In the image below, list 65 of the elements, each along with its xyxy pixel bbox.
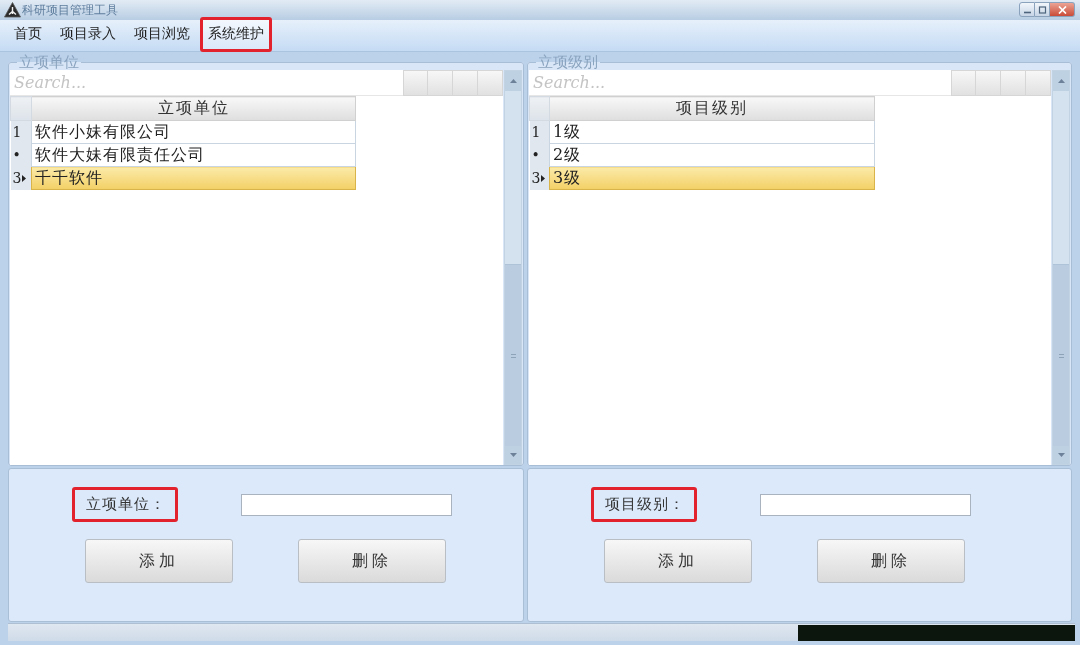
scrollbar-track[interactable] — [1052, 70, 1070, 465]
scroll-down-button[interactable] — [505, 446, 521, 464]
group-title: 立项级别 — [537, 54, 599, 70]
row-header[interactable]: 1 — [529, 120, 550, 144]
menu-tab[interactable]: 首页 — [6, 16, 50, 52]
window-title: 科研项目管理工具 — [22, 1, 118, 19]
field-label: 立项单位： — [72, 487, 178, 522]
table-cell[interactable]: 软件大妹有限责任公司 — [31, 143, 356, 167]
column-header[interactable]: 项目级别 — [549, 96, 875, 121]
row-header[interactable]: 3 — [529, 166, 550, 190]
table-cell[interactable]: 2级 — [549, 143, 875, 167]
menu-tab[interactable]: 系统维护 — [200, 16, 272, 52]
menu-tab[interactable]: 项目浏览 — [126, 16, 198, 52]
close-button[interactable] — [1050, 2, 1075, 17]
row-header[interactable]: 1 — [10, 120, 32, 144]
scroll-up-button[interactable] — [505, 71, 521, 91]
grid-corner — [10, 96, 32, 121]
up-arrow-icon — [1057, 79, 1065, 83]
minimize-button[interactable] — [1019, 2, 1035, 17]
group-title: 立项单位 — [18, 54, 80, 70]
table-cell[interactable]: 千千软件 — [31, 166, 356, 190]
row-number: • — [12, 147, 21, 163]
toolbar-button[interactable] — [1001, 70, 1026, 96]
toolbar-button[interactable] — [453, 70, 478, 96]
close-icon — [1057, 5, 1067, 14]
row-number: 1 — [12, 124, 22, 141]
row-header[interactable]: • — [529, 143, 550, 167]
scroll-thumb[interactable] — [505, 264, 521, 446]
input-field[interactable] — [241, 493, 452, 516]
grip-icon — [510, 353, 516, 358]
scroll-up-button[interactable] — [1053, 71, 1069, 91]
toolbar-button[interactable] — [951, 70, 976, 96]
menu-tab[interactable]: 项目录入 — [52, 16, 124, 52]
up-arrow-icon — [509, 79, 517, 83]
table-cell[interactable]: 软件小妹有限公司 — [31, 120, 356, 144]
down-arrow-icon — [509, 453, 517, 457]
input-field[interactable] — [760, 493, 971, 516]
row-number: 3 — [531, 170, 541, 186]
add-button[interactable]: 添加 — [85, 539, 233, 583]
down-arrow-icon — [1057, 453, 1065, 457]
scroll-thumb[interactable] — [1053, 264, 1069, 446]
add-button[interactable]: 添加 — [604, 539, 752, 583]
row-header[interactable]: • — [10, 143, 32, 167]
grid-corner — [529, 96, 550, 121]
scrollbar-track[interactable] — [504, 70, 522, 465]
toolbar-button[interactable] — [1026, 70, 1051, 96]
maximize-button[interactable] — [1035, 2, 1050, 17]
maximize-icon — [1037, 5, 1047, 14]
row-number: 1 — [531, 124, 541, 141]
row-number: 3 — [12, 170, 22, 186]
table-cell[interactable]: 1级 — [549, 120, 875, 144]
toolbar-button[interactable] — [403, 70, 428, 96]
table-cell[interactable]: 3级 — [549, 166, 875, 190]
scroll-down-button[interactable] — [1053, 446, 1069, 464]
row-header[interactable]: 3 — [10, 166, 32, 190]
toolbar-button[interactable] — [478, 70, 503, 96]
row-number: • — [531, 147, 540, 163]
delete-button[interactable]: 删除 — [298, 539, 446, 583]
app-logo-icon — [4, 2, 21, 18]
toolbar-button[interactable] — [976, 70, 1001, 96]
grip-icon — [1058, 353, 1064, 358]
delete-button[interactable]: 删除 — [817, 539, 965, 583]
toolbar-button[interactable] — [428, 70, 453, 96]
field-label: 项目级别： — [591, 487, 697, 522]
column-header[interactable]: 立项单位 — [31, 96, 356, 121]
